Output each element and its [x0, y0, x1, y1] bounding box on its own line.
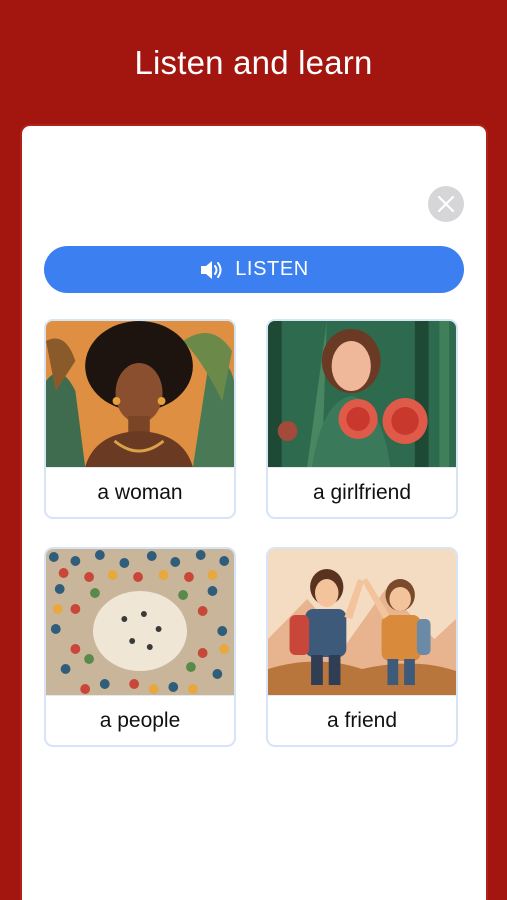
listen-button[interactable]: LISTEN: [44, 246, 464, 293]
option-card-woman[interactable]: a woman: [44, 319, 236, 519]
quiz-card: LISTEN a woman a girlfriend a people a f…: [22, 126, 486, 900]
close-button[interactable]: [428, 186, 464, 222]
close-icon: [437, 195, 455, 213]
girlfriend-image: [268, 321, 456, 468]
page-title: Listen and learn: [134, 44, 373, 81]
option-card-people[interactable]: a people: [44, 547, 236, 747]
speaker-icon: [199, 259, 225, 281]
people-image: [46, 549, 234, 696]
option-label: a people: [99, 709, 181, 732]
option-card-girlfriend[interactable]: a girlfriend: [266, 319, 458, 519]
option-label: a girlfriend: [312, 481, 412, 504]
option-label: a friend: [326, 709, 398, 732]
screen: Listen and learn LISTEN a woman a girlfr…: [0, 0, 507, 900]
option-card-friend[interactable]: a friend: [266, 547, 458, 747]
listen-label: LISTEN: [235, 258, 309, 280]
option-label: a woman: [97, 481, 183, 504]
friend-image: [268, 549, 456, 696]
woman-image: [46, 321, 234, 468]
